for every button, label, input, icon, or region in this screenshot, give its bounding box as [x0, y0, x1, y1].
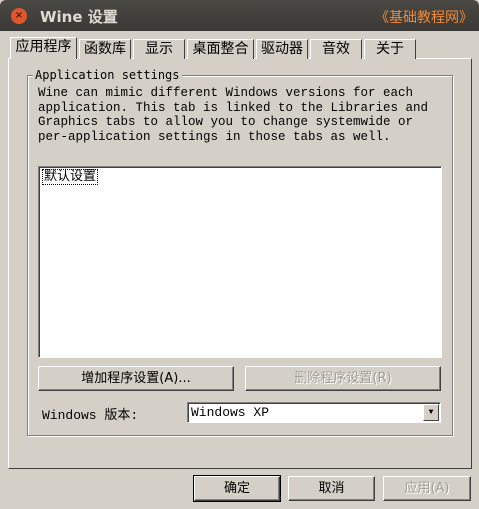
window-title: Wine 设置	[40, 8, 118, 26]
tab-desktop-integration[interactable]: 桌面整合	[187, 39, 254, 59]
close-icon[interactable]: ×	[11, 8, 27, 24]
tab-about[interactable]: 关于	[364, 39, 416, 59]
windows-version-value: Windows XP	[191, 405, 270, 420]
tab-audio[interactable]: 音效	[310, 39, 362, 59]
tab-graphics[interactable]: 显示	[133, 39, 185, 59]
application-list[interactable]: 默认设置	[38, 166, 442, 358]
tab-libraries[interactable]: 函数库	[79, 39, 131, 59]
description-line: Wine can mimic different Windows version…	[38, 86, 414, 100]
description-line: per-application settings in those tabs a…	[38, 129, 391, 144]
windows-version-label: Windows 版本:	[42, 408, 139, 423]
ok-button[interactable]: 确定	[193, 475, 281, 502]
chevron-down-icon[interactable]: ▼	[423, 404, 439, 421]
remove-application-button[interactable]: 删除程序设置(R)	[245, 366, 441, 391]
apply-button[interactable]: 应用(A)	[383, 476, 471, 501]
title-bar[interactable]: × Wine 设置 《基础教程网》	[0, 0, 479, 31]
watermark: 《基础教程网》	[375, 10, 473, 26]
list-item[interactable]: 默认设置	[42, 169, 99, 185]
add-application-button[interactable]: 增加程序设置(A)...	[38, 366, 234, 391]
windows-version-select[interactable]: Windows XP ▼	[187, 402, 441, 423]
description: Wine can mimic different Windows version…	[38, 86, 448, 144]
description-line: application. This tab is linked to the L…	[38, 100, 429, 115]
cancel-button[interactable]: 取消	[288, 476, 375, 501]
tab-drives[interactable]: 驱动器	[256, 39, 308, 59]
description-line: Graphics tabs to allow you to change sys…	[38, 115, 414, 129]
tab-applications[interactable]: 应用程序	[10, 37, 77, 59]
group-label: Application settings	[33, 68, 182, 82]
